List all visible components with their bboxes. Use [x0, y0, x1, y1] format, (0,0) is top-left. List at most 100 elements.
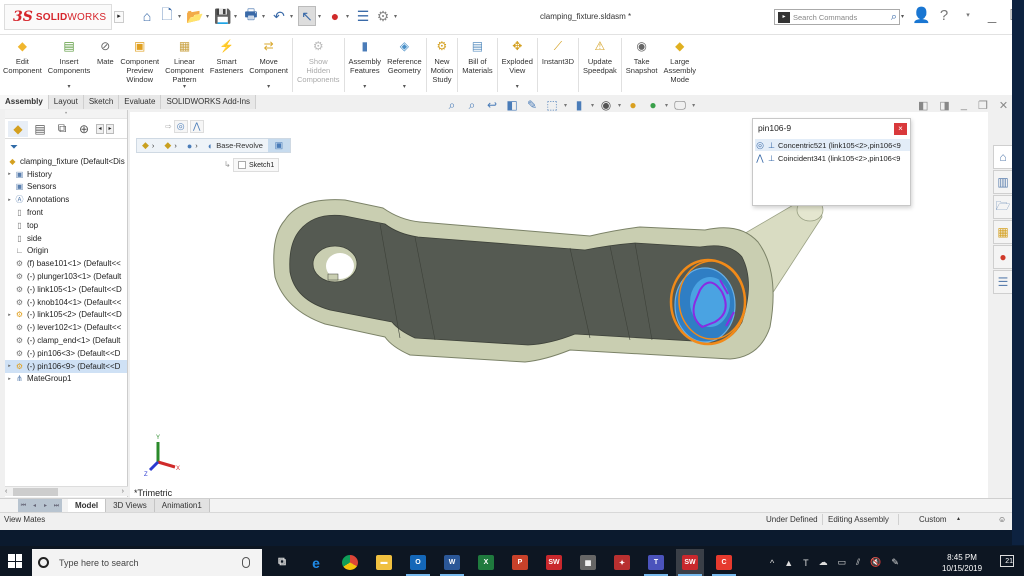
home-button[interactable]: ⌂: [138, 6, 156, 26]
undo-button[interactable]: ↶: [270, 6, 288, 26]
tree-node[interactable]: ▸ ⚙ (-) link105<2> (Default<<D: [5, 309, 127, 322]
tabs-scroll-left[interactable]: ◂: [96, 123, 104, 134]
powerpoint-taskbar-button[interactable]: P: [506, 549, 534, 576]
display-style-button[interactable]: ▮: [571, 97, 587, 113]
popup-close-button[interactable]: ×: [894, 123, 907, 135]
view-settings-dropdown-arrow[interactable]: ▾: [692, 102, 695, 109]
dock-right-icon[interactable]: ◨: [939, 99, 949, 112]
mate-list-item[interactable]: ⋀ ⊥ Coincident341 (link105<2>,pin106<9: [755, 152, 910, 164]
solidworks-menu-button[interactable]: 3S SOLIDWORKS: [4, 4, 112, 30]
move-component-button[interactable]: ⇄ Move Component ▾: [246, 35, 291, 95]
search-commands-input[interactable]: ▸ Search Commands ⌕: [774, 9, 900, 25]
tab-solidworks-add-ins[interactable]: SOLIDWORKS Add-Ins: [161, 95, 257, 109]
microphone-icon[interactable]: [242, 557, 250, 568]
view-orientation-button[interactable]: ⬚: [544, 97, 560, 113]
breadcrumb-part[interactable]: ◆ ›: [159, 139, 181, 152]
feature-manager-tab[interactable]: ◆: [8, 120, 28, 137]
teams-tray-icon[interactable]: T: [803, 558, 809, 568]
selected-pin-face[interactable]: [669, 258, 747, 346]
large-assembly-mode-button[interactable]: ◆ Large Assembly Mode: [661, 35, 700, 95]
section-view-button[interactable]: ◧: [504, 97, 520, 113]
design-library-tab[interactable]: ▥: [993, 170, 1013, 194]
taskbar-clock[interactable]: 8:45 PM 10/15/2019: [942, 552, 982, 574]
excel-taskbar-button[interactable]: X: [472, 549, 500, 576]
tab-model[interactable]: Model: [68, 499, 107, 512]
smart-fasteners-button[interactable]: ⚡ Smart Fasteners: [207, 35, 246, 95]
tab-animation1[interactable]: Animation1: [154, 499, 210, 512]
rebuild-dropdown-arrow[interactable]: ▾: [346, 13, 352, 20]
expand-arrow-icon[interactable]: ▸: [5, 197, 14, 203]
select-button[interactable]: ↖: [298, 6, 316, 26]
edge-taskbar-button[interactable]: e: [302, 549, 330, 576]
expand-arrow-icon[interactable]: ▸: [5, 363, 14, 369]
configuration-manager-tab[interactable]: ⧉: [52, 121, 72, 137]
linear-component-pattern-button[interactable]: ▦ Linear Component Pattern ▾: [162, 35, 207, 95]
action-center-button[interactable]: 21: [1000, 555, 1014, 567]
tree-node[interactable]: ▸ ⋔ MateGroup1: [5, 373, 127, 386]
tree-node[interactable]: ◆ clamping_fixture (Default<Dis: [5, 155, 127, 168]
open-button[interactable]: 📂: [186, 6, 204, 26]
appearances-tab[interactable]: ●: [993, 245, 1013, 269]
scroll-left-arrow[interactable]: ‹: [5, 488, 7, 495]
search-dropdown-arrow[interactable]: ▾: [901, 13, 904, 20]
custom-properties-tab[interactable]: ☰: [993, 270, 1013, 294]
feature-tree-hscrollbar[interactable]: ‹ ›: [5, 486, 128, 496]
zoom-to-fit-button[interactable]: ⌕: [444, 97, 460, 113]
property-manager-tab[interactable]: ▤: [30, 121, 50, 137]
tabs-scroll-right[interactable]: ▸: [106, 123, 114, 134]
undo-dropdown-arrow[interactable]: ▾: [290, 13, 296, 20]
solidworks-composer-taskbar-button[interactable]: ✦: [608, 549, 636, 576]
print-dropdown-arrow[interactable]: ▾: [262, 13, 268, 20]
file-explorer-taskbar-button[interactable]: ▬: [370, 549, 398, 576]
dynamic-annotation-views-button[interactable]: ✎: [524, 97, 540, 113]
tab-evaluate[interactable]: Evaluate: [119, 95, 162, 109]
solidworks-electrical-taskbar-button[interactable]: ▦: [574, 549, 602, 576]
task-view-taskbar-button[interactable]: ⧉: [268, 549, 296, 576]
camtasia-taskbar-button[interactable]: C: [710, 549, 738, 576]
assembly-features-dropdown-arrow[interactable]: ▾: [363, 83, 366, 92]
coincident-mate-icon[interactable]: ⋀: [189, 120, 204, 133]
new-document-dropdown-arrow[interactable]: ▾: [178, 13, 184, 20]
pen-icon[interactable]: ✎: [891, 557, 899, 568]
move-component-dropdown-arrow[interactable]: ▾: [267, 83, 270, 92]
expand-arrow-icon[interactable]: ▸: [5, 171, 14, 177]
cloud-icon[interactable]: ☁: [819, 557, 828, 568]
tree-node[interactable]: ⚙ (-) link105<1> (Default<<D: [5, 283, 127, 296]
options-button[interactable]: ⚙: [374, 6, 392, 26]
tab-assembly[interactable]: Assembly: [0, 95, 49, 109]
save-dropdown-arrow[interactable]: ▾: [234, 13, 240, 20]
wifi-icon[interactable]: ⫽: [856, 557, 860, 568]
tree-node[interactable]: ⚙ (-) plunger103<1> (Default: [5, 270, 127, 283]
reference-geometry-button[interactable]: ◈ Reference Geometry ▾: [384, 35, 425, 95]
onedrive-sync-icon[interactable]: ▲: [784, 558, 793, 568]
minimize-button[interactable]: _: [984, 7, 1000, 24]
print-button[interactable]: 🖶: [242, 6, 260, 26]
display-style-dropdown-arrow[interactable]: ▾: [591, 102, 594, 109]
view-palette-tab[interactable]: ▦: [993, 220, 1013, 244]
exploded-view-button[interactable]: ✥ Exploded View ▾: [499, 35, 536, 95]
breadcrumb-sketch[interactable]: Sketch1: [233, 158, 280, 172]
tree-node[interactable]: ⚙ (-) lever102<1> (Default<<: [5, 321, 127, 334]
apply-scene-dropdown-arrow[interactable]: ▾: [665, 102, 668, 109]
reference-geometry-dropdown-arrow[interactable]: ▾: [403, 83, 406, 92]
breadcrumb-face[interactable]: ▣: [267, 139, 290, 152]
assembly-features-button[interactable]: ▮ Assembly Features ▾: [346, 35, 385, 95]
doc-close-button[interactable]: ✕: [999, 99, 1008, 112]
help-button[interactable]: ?: [936, 7, 952, 24]
file-properties-button[interactable]: ☰: [354, 6, 372, 26]
tree-node[interactable]: ▸ Ⓐ Annotations: [5, 193, 127, 206]
concentric-mate-icon[interactable]: ◎: [173, 120, 188, 133]
doc-minimize-button[interactable]: _: [961, 99, 967, 112]
tree-node[interactable]: ▸ ⚙ (-) pin106<9> (Default<<D: [5, 359, 127, 373]
menu-flyout-arrow[interactable]: ▸: [114, 11, 124, 23]
search-icon[interactable]: ⌕: [891, 11, 899, 24]
tree-node[interactable]: ▯ front: [5, 206, 127, 219]
chrome-taskbar-button[interactable]: [336, 549, 364, 576]
tree-node[interactable]: ⚙ (f) base101<1> (Default<<: [5, 257, 127, 270]
tree-filter-icon[interactable]: ⏷: [5, 139, 127, 155]
tree-node[interactable]: ▣ Sensors: [5, 181, 127, 194]
units-dropdown-arrow[interactable]: ▴: [957, 513, 960, 526]
solidworks-resources-tab[interactable]: ⌂: [993, 145, 1013, 169]
tree-node[interactable]: ▸ ▣ History: [5, 168, 127, 181]
tree-node[interactable]: ⚙ (-) knob104<1> (Default<<: [5, 296, 127, 309]
